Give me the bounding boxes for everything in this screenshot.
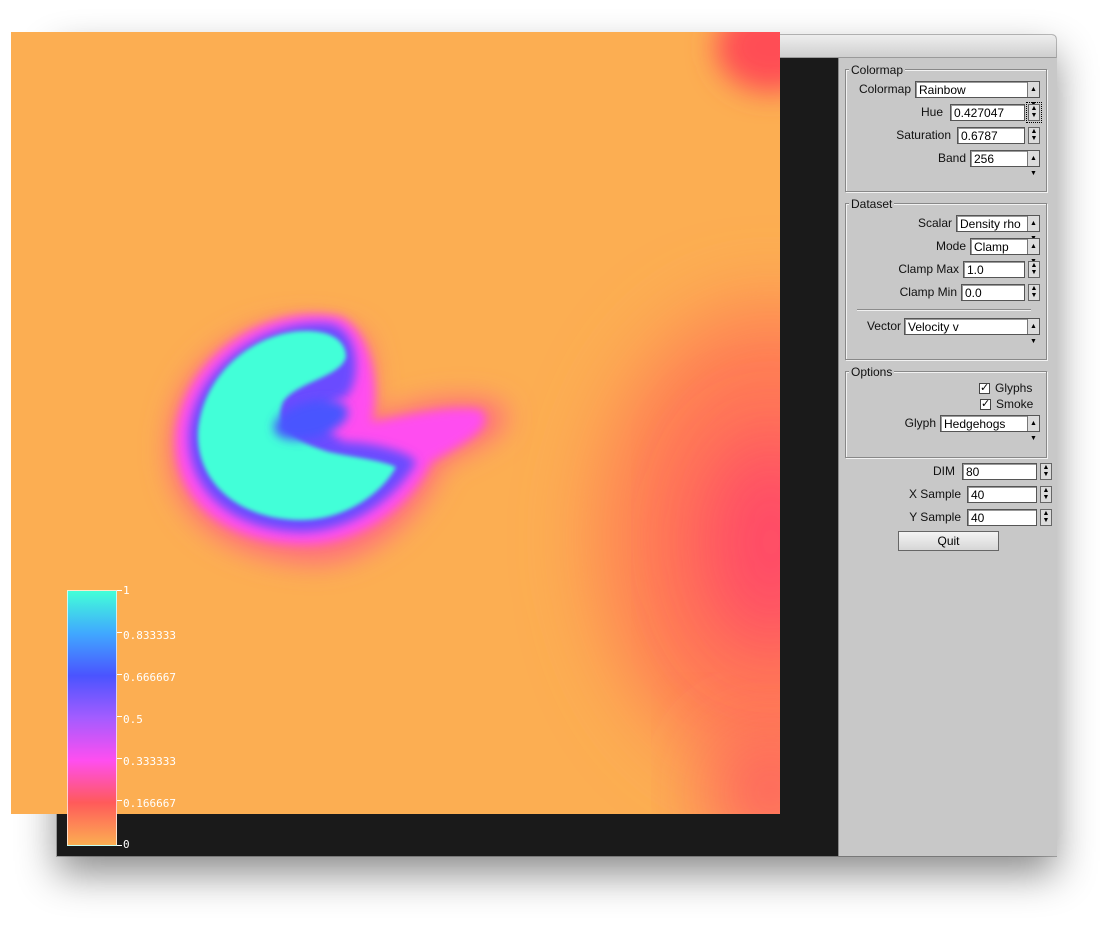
chevron-down-icon: ▲▼ (1027, 416, 1039, 442)
legend-label-max: 1 (123, 584, 130, 597)
clamp-max-stepper[interactable]: ▲ ▼ (1028, 261, 1040, 278)
vector-select-value: Velocity v (908, 320, 959, 334)
chevron-down-icon: ▲▼ (1027, 151, 1039, 177)
x-sample-input[interactable]: 40 (967, 486, 1037, 503)
dataset-group-title: Dataset (849, 197, 895, 211)
vector-select[interactable]: Velocity v ▲ ▼ (904, 318, 1040, 345)
band-label: Band (937, 151, 966, 165)
y-sample-label: Y Sample (909, 510, 961, 524)
band-select[interactable]: 256 ▲ ▼ (970, 150, 1040, 177)
x-sample-stepper[interactable]: ▲ ▼ (1040, 486, 1052, 503)
y-sample-stepper[interactable]: ▲ ▼ (1040, 509, 1052, 526)
chevron-down-icon: ▲▼ (1027, 82, 1039, 108)
mode-label: Mode (935, 239, 966, 253)
legend-tick (117, 716, 122, 717)
mode-select-value: Clamp (974, 240, 1009, 254)
colormap-group-title: Colormap (849, 63, 906, 77)
dataset-separator (857, 309, 1031, 311)
legend-label-min: 0 (123, 838, 130, 851)
legend-label: 0.833333 (123, 629, 176, 642)
clamp-min-stepper[interactable]: ▲ ▼ (1028, 284, 1040, 301)
hue-input[interactable]: 0.427047 (950, 104, 1025, 121)
legend-tick (117, 800, 122, 801)
glyph-label: Glyph (904, 416, 936, 430)
legend-label: 0.666667 (123, 671, 176, 684)
glyph-select[interactable]: Hedgehogs ▲ ▼ (940, 415, 1040, 442)
smoke-visualization-canvas[interactable] (11, 32, 780, 814)
dim-label: DIM (933, 464, 955, 478)
legend-label: 0.333333 (123, 755, 176, 768)
glyphs-label: Glyphs (995, 381, 1033, 395)
control-panel: Colormap Colormap Rainbow ▲▼ Hue 0.42704… (838, 58, 1057, 856)
smoke-checkbox[interactable]: ✓ (980, 399, 991, 410)
legend-tick (117, 590, 122, 591)
glyph-select-value: Hedgehogs (944, 417, 1006, 431)
clamp-min-input[interactable]: 0.0 (961, 284, 1025, 301)
clamp-min-label: Clamp Min (899, 285, 957, 299)
scalar-select-value: Density rho (960, 217, 1021, 231)
scalar-select[interactable]: Density rho ▲▼ (956, 215, 1040, 242)
vector-label: Vector (866, 319, 901, 333)
legend-label: 0.166667 (123, 797, 176, 810)
smoke-field (11, 32, 780, 814)
glyphs-checkbox[interactable]: ✓ (979, 383, 990, 394)
legend-label: 0.5 (123, 713, 143, 726)
y-sample-input[interactable]: 40 (967, 509, 1037, 526)
saturation-input[interactable]: 0.6787 (957, 127, 1025, 144)
hue-stepper[interactable]: ▲ ▼ (1026, 102, 1042, 123)
chevron-down-icon: ▲▼ (1027, 239, 1039, 265)
legend-tick (117, 758, 122, 759)
chevron-down-icon: ▲▼ (1027, 216, 1039, 242)
clamp-max-label: Clamp Max (898, 262, 959, 276)
saturation-label: Saturation (896, 128, 951, 142)
legend-tick (117, 674, 122, 675)
dim-stepper[interactable]: ▲ ▼ (1040, 463, 1052, 480)
x-sample-label: X Sample (908, 487, 961, 501)
colormap-label: Colormap (858, 82, 911, 96)
smoke-label: Smoke (996, 397, 1034, 411)
saturation-stepper[interactable]: ▲ ▼ (1028, 127, 1040, 144)
colormap-select-value: Rainbow (919, 83, 966, 97)
options-group-title: Options (849, 365, 895, 379)
dim-input[interactable]: 80 (962, 463, 1037, 480)
scalar-label: Scalar (917, 216, 952, 230)
legend-tick (117, 632, 122, 633)
mode-select[interactable]: Clamp ▲▼ (970, 238, 1040, 265)
quit-button[interactable]: Quit (898, 531, 999, 551)
chevron-down-icon: ▲▼ (1027, 319, 1039, 345)
hue-label: Hue (920, 105, 943, 119)
band-select-value: 256 (974, 152, 995, 166)
colormap-select[interactable]: Rainbow ▲▼ (915, 81, 1040, 108)
colormap-legend-bar (67, 590, 117, 846)
legend-tick (117, 845, 122, 846)
clamp-max-input[interactable]: 1.0 (963, 261, 1025, 278)
